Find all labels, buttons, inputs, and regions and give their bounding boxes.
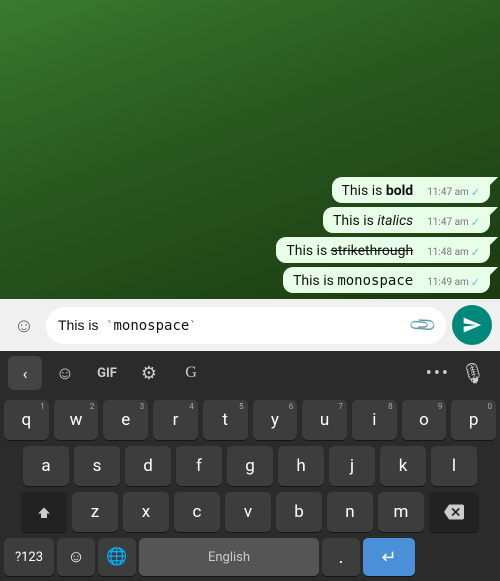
keyboard-row-1: 1q 2w 3e 4r 5t 6y 7u 8i 9o 0p [0,397,500,443]
keyboard-toolbar: ‹ ☺ GIF ⚙ G ••• 🎙 [0,351,500,395]
keyboard-row-2: a s d f g h j k l [0,443,500,489]
key-delete[interactable] [429,492,479,532]
attach-icon[interactable]: 📎 [407,310,438,341]
check-icon-italic: ✓ [471,216,480,229]
key-numbers[interactable]: ?123 [4,538,54,576]
key-r[interactable]: 4r [153,400,198,440]
key-p[interactable]: 0p [451,400,496,440]
key-y[interactable]: 6y [253,400,298,440]
key-j[interactable]: j [329,446,375,486]
key-w[interactable]: 2w [54,400,99,440]
key-m[interactable]: m [378,492,424,532]
input-bar: ☺ This is `monospace` 📎 [0,299,500,351]
check-icon-mono: ✓ [471,276,480,289]
message-meta-bold: 11:47 am ✓ [419,186,480,199]
key-u[interactable]: 7u [302,400,347,440]
emoji-button[interactable]: ☺ [8,309,40,341]
key-h[interactable]: h [278,446,324,486]
key-a[interactable]: a [23,446,69,486]
key-d[interactable]: d [125,446,171,486]
text-input-field[interactable]: This is `monospace` 📎 [46,307,446,344]
sticker-button[interactable]: ☺ [46,356,84,390]
key-g[interactable]: g [227,446,273,486]
key-period[interactable]: . [322,538,360,576]
key-emoji[interactable]: ☺ [57,538,95,576]
key-b[interactable]: b [276,492,322,532]
key-l[interactable]: l [431,446,477,486]
mic-button[interactable]: 🎙 [454,356,492,390]
key-o[interactable]: 9o [402,400,447,440]
settings-button[interactable]: ⚙ [130,356,168,390]
message-text-italic: This is italics [333,213,413,229]
key-s[interactable]: s [74,446,120,486]
key-e[interactable]: 3e [103,400,148,440]
translate-button[interactable]: G [172,356,210,390]
keyboard-back-button[interactable]: ‹ [8,356,42,390]
key-f[interactable]: f [176,446,222,486]
message-italic: This is italics 11:47 am ✓ [323,207,490,233]
key-c[interactable]: c [174,492,220,532]
key-language[interactable]: English [139,538,319,576]
message-bold: This is bold 11:47 am ✓ [332,177,490,203]
key-z[interactable]: z [72,492,118,532]
key-shift[interactable] [21,492,67,532]
key-q[interactable]: 1q [4,400,49,440]
message-text-mono: This is monospace [293,273,413,289]
key-n[interactable]: n [327,492,373,532]
message-strikethrough: This is strikethrough 11:48 am ✓ [276,237,490,263]
key-x[interactable]: x [123,492,169,532]
message-meta-mono: 11:49 am ✓ [419,276,480,289]
keyboard-bottom-bar: ?123 ☺ 🌐 English . ↵ [0,535,500,581]
gif-button[interactable]: GIF [88,356,126,390]
input-text-content: This is `monospace` [58,317,408,334]
chat-area: This is bold 11:47 am ✓ This is italics … [0,0,500,299]
key-i[interactable]: 8i [352,400,397,440]
message-meta-italic: 11:47 am ✓ [419,216,480,229]
key-v[interactable]: v [225,492,271,532]
check-icon-bold: ✓ [471,186,480,199]
keyboard-row-3: z x c v b n m [0,489,500,535]
message-text-bold: This is bold [342,183,414,199]
key-k[interactable]: k [380,446,426,486]
message-meta-strikethrough: 11:48 am ✓ [419,246,480,259]
key-globe[interactable]: 🌐 [98,538,136,576]
key-t[interactable]: 5t [203,400,248,440]
key-enter[interactable]: ↵ [363,538,415,576]
more-options-button[interactable]: ••• [426,363,450,384]
send-button[interactable] [452,305,492,345]
message-text-strikethrough: This is strikethrough [286,243,413,259]
message-mono: This is monospace 11:49 am ✓ [283,267,490,293]
keyboard-main: 1q 2w 3e 4r 5t 6y 7u 8i 9o 0p a s d f g … [0,395,500,581]
check-icon-strikethrough: ✓ [471,246,480,259]
